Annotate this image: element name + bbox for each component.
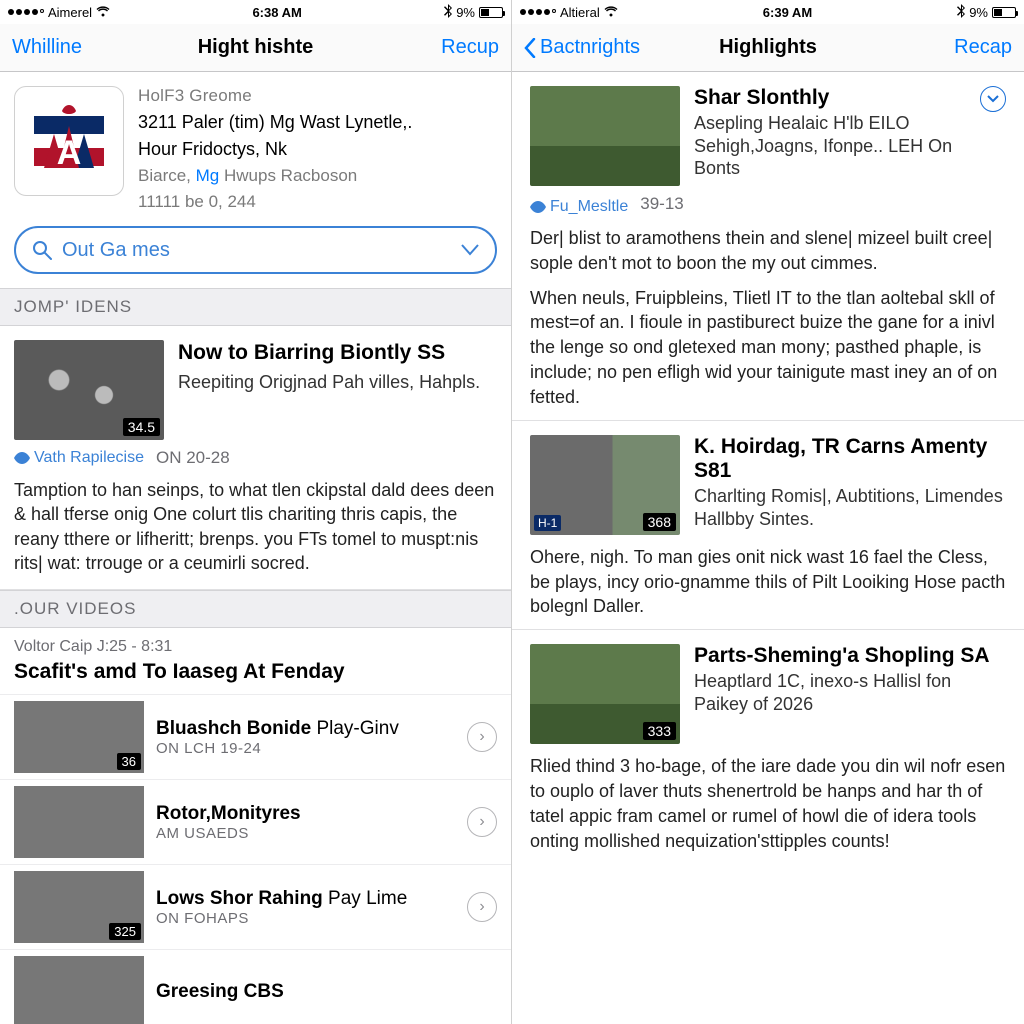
article-thumbnail: H-1 368	[530, 435, 680, 535]
search-field[interactable]	[14, 226, 497, 274]
story-body: Tamption to han seinps, to what tlen cki…	[14, 478, 497, 575]
carrier-label: Altieral	[560, 5, 600, 20]
video-thumbnail: 36	[14, 701, 144, 773]
article-score: 39-13	[640, 194, 683, 214]
nav-right-button[interactable]: Recap	[892, 36, 1012, 59]
clock-label: 6:39 AM	[763, 5, 812, 20]
bluetooth-icon	[957, 4, 965, 21]
article-thumbnail	[530, 86, 680, 186]
chevron-down-icon[interactable]	[461, 244, 479, 256]
video-row[interactable]: 36 Bluashch Bonide Play-Ginv ON LCH 19-2…	[0, 694, 511, 779]
signal-dots-icon	[8, 9, 44, 15]
play-next-icon[interactable]: ›	[467, 807, 497, 837]
story-source: Vath Rapilecise	[14, 449, 144, 467]
top-story-card[interactable]: 34.5 Now to Biarring Biontly SS Reepitin…	[0, 326, 511, 590]
play-next-icon[interactable]: ›	[467, 892, 497, 922]
article-title: Parts-Sheming'a Shopling SA	[694, 644, 1006, 668]
status-bar: Aimerel 6:38 AM 9%	[0, 0, 511, 24]
game-subtitle: Biarce, Mg Hwups Racboson	[138, 166, 497, 186]
game-header-card[interactable]: A HolF3 Greome 3211 Paler (tim) Mg Wast …	[0, 72, 511, 226]
nav-back-button[interactable]: Bactnrights	[524, 36, 644, 59]
article-thumbnail: 333	[530, 644, 680, 744]
highlight-article[interactable]: H-1 368 K. Hoirdag, TR Carns Amenty S81 …	[512, 420, 1024, 629]
article-subtitle: Heaptlard 1C, inexo-s Hallisl fon Paikey…	[694, 670, 1006, 715]
videos-heading: Scafit's amd To Iaaseg At Fenday	[0, 660, 511, 694]
game-title-line2: Hour Fridoctys, Nk	[138, 139, 497, 160]
battery-icon	[992, 7, 1016, 18]
video-thumbnail	[14, 786, 144, 858]
highlight-article[interactable]: 333 Parts-Sheming'a Shopling SA Heaptlar…	[512, 629, 1024, 863]
svg-text:A: A	[57, 134, 82, 172]
search-input[interactable]	[62, 239, 451, 262]
article-body: Der| blist to aramothens thein and slene…	[530, 226, 1006, 276]
video-row[interactable]: Rotor,Monityres AM USAEDS ›	[0, 779, 511, 864]
story-thumbnail: 34.5	[14, 340, 164, 440]
videos-meta: Voltor Caip J:25 - 8:31	[0, 628, 511, 660]
article-body: Ohere, nigh. To man gies onit nick wast …	[530, 545, 1006, 619]
story-title: Now to Biarring Biontly SS	[178, 340, 497, 365]
carrier-label: Aimerel	[48, 5, 92, 20]
game-superheader: HolF3 Greome	[138, 86, 497, 106]
video-row[interactable]: 325 Lows Shor Rahing Pay Lime ON FOHAPS …	[0, 864, 511, 949]
article-body: Rlied thind 3 ho-bage, of the iare dade …	[530, 754, 1006, 853]
highlight-article[interactable]: Shar Slonthly Asepling Healaic H'lb EILO…	[512, 72, 1024, 420]
section-header-videos: .OUR VIDEOS	[0, 590, 511, 628]
story-subtitle: Reepiting Origjnad Pah villes, Hahpls.	[178, 371, 497, 394]
video-row[interactable]: Greesing CBS	[0, 949, 511, 1024]
article-title: K. Hoirdag, TR Carns Amenty S81	[694, 435, 1006, 483]
bluetooth-icon	[444, 4, 452, 21]
video-thumbnail: 325	[14, 871, 144, 943]
section-header-jump: JOMP' IDENS	[0, 288, 511, 326]
article-subtitle: Asepling Healaic H'lb EILO Sehigh,Joagns…	[694, 112, 966, 180]
wifi-icon	[96, 5, 110, 20]
video-duration-badge: 368	[643, 513, 676, 531]
nav-bar: Whilline Hight hishte Recup	[0, 24, 511, 72]
battery-pct: 9%	[969, 5, 988, 20]
video-duration-badge: 34.5	[123, 418, 160, 436]
video-duration-badge: 333	[643, 722, 676, 740]
signal-dots-icon	[520, 9, 556, 15]
article-body: When neuls, Fruipbleins, Tlietl IT to th…	[530, 286, 1006, 410]
article-title: Shar Slonthly	[694, 86, 966, 110]
status-bar: Altieral 6:39 AM 9%	[512, 0, 1024, 24]
battery-pct: 9%	[456, 5, 475, 20]
play-next-icon[interactable]: ›	[467, 722, 497, 752]
source-icon	[530, 201, 546, 213]
article-source: Fu_Mesltle	[530, 198, 628, 216]
nav-title: Highlights	[719, 36, 817, 59]
source-icon	[14, 452, 30, 464]
nav-back-button[interactable]: Whilline	[12, 36, 132, 59]
article-subtitle: Charlting Romis|, Aubtitions, Limendes H…	[694, 485, 1006, 530]
wifi-icon	[604, 5, 618, 20]
search-icon	[32, 240, 52, 260]
clock-label: 6:38 AM	[252, 5, 301, 20]
battery-icon	[479, 7, 503, 18]
game-date: 11111 be 0, 244	[138, 192, 497, 212]
video-tag-badge: H-1	[534, 515, 561, 531]
story-score: ON 20-28	[156, 448, 230, 468]
chevron-left-icon	[524, 38, 536, 58]
team-logo: A	[14, 86, 124, 196]
phone-right: Altieral 6:39 AM 9% Bactnrights Highligh…	[512, 0, 1024, 1024]
disclosure-button[interactable]	[980, 86, 1006, 112]
nav-bar: Bactnrights Highlights Recap	[512, 24, 1024, 72]
game-title-line1: 3211 Paler (tim) Mg Wast Lynetle,.	[138, 112, 497, 133]
phone-left: Aimerel 6:38 AM 9% Whilline Hight hishte…	[0, 0, 512, 1024]
nav-right-button[interactable]: Recup	[379, 36, 499, 59]
nav-title: Hight hishte	[198, 36, 314, 59]
video-thumbnail	[14, 956, 144, 1024]
